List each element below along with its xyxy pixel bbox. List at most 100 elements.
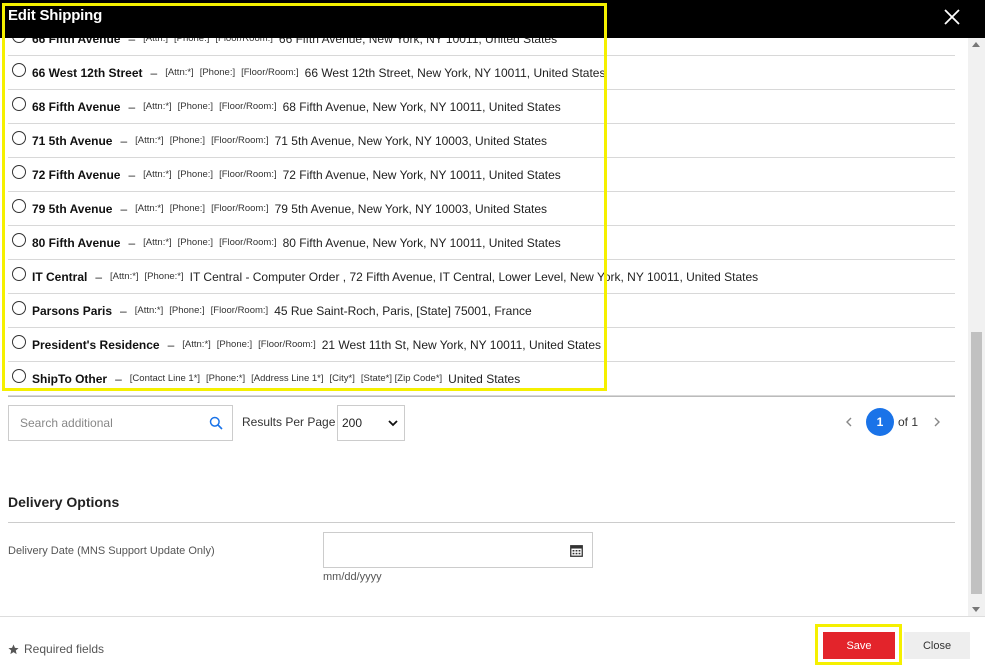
delivery-date-label: Delivery Date (MNS Support Update Only) [8,545,215,557]
address-separator: – [167,337,175,352]
address-name: 80 Fifth Avenue [32,235,121,250]
address-field-tag: [Attn:*] [110,271,139,282]
address-detail: 45 Rue Saint-Roch, Paris, [State] 75001,… [274,303,532,318]
address-field-tag: [State*] [Zip Code*] [360,373,443,384]
search-icon[interactable] [209,416,223,430]
address-separator: – [128,99,136,114]
address-field-tag: [Phone:] [173,38,210,44]
address-field-tag: [Floor/Room:] [219,169,277,180]
address-radio[interactable] [12,300,26,315]
address-separator: – [120,303,127,318]
calendar-icon[interactable] [570,544,583,557]
address-field-tag: [Attn:*] [135,135,164,146]
address-radio[interactable] [12,164,26,179]
close-button[interactable]: Close [904,632,970,659]
dialog-footer: Required fields Save Close [0,616,985,665]
address-separator: – [120,133,128,148]
address-detail: 68 Fifth Avenue, New York, NY 10011, Uni… [282,99,561,114]
address-row[interactable]: Parsons Paris – [Attn:*] [Phone:] [Floor/Roo… [8,294,955,328]
chevron-down-icon [388,420,398,427]
address-row[interactable]: 71 5th Avenue – [Attn:*] [Phone:] [Floor/Roo… [8,124,955,158]
address-row[interactable]: 68 Fifth Avenue – [Attn:*] [Phone:] [Floor/R… [8,90,955,124]
vertical-scrollbar[interactable] [968,38,985,616]
address-separator: – [120,201,128,216]
address-field-tag: [Floor/Room:] [241,67,299,78]
address-name: 68 Fifth Avenue [32,99,121,114]
address-field-tag: [Phone:] [169,203,206,214]
address-name: IT Central [32,269,88,284]
address-detail: 79 5th Avenue, New York, NY 10003, Unite… [274,201,548,216]
address-field-tag: [Floor/Room:] [211,203,269,214]
address-detail: 80 Fifth Avenue, New York, NY 10011, Uni… [282,235,561,250]
address-name: 71 5th Avenue [32,133,113,148]
dialog-header: Edit Shipping [0,0,985,38]
address-field-tag: [Attn:*] [143,101,172,112]
list-divider [8,396,955,397]
delivery-options-title: Delivery Options [8,494,120,510]
search-box [8,405,233,441]
address-name: 66 Fifth Avenue [32,38,121,46]
address-detail: 66 West 12th Street, New York, NY 10011,… [304,65,606,80]
address-field-tag: [Phone:] [177,237,214,248]
address-field-tag: [Attn:*] [182,339,211,350]
address-separator: – [128,167,136,182]
address-detail: IT Central - Computer Order , 72 Fifth A… [189,269,759,284]
address-row[interactable]: 66 Fifth Avenue – [Attn:] [Phone:] [Floor/Ro… [8,38,955,56]
address-radio[interactable] [12,96,26,111]
chevron-left-icon[interactable] [842,415,856,429]
search-input[interactable] [9,406,189,440]
address-row[interactable]: 80 Fifth Avenue – [Attn:*] [Phone:] [Floor/R… [8,226,955,260]
address-separator: – [128,38,136,46]
address-name: 79 5th Avenue [32,201,113,216]
address-field-tag: [Phone:*] [206,373,246,384]
address-radio[interactable] [12,334,26,349]
address-separator: – [150,65,158,80]
required-fields-label: Required fields [24,642,105,656]
scroll-up-arrow-icon[interactable] [972,42,980,47]
address-row[interactable]: 72 Fifth Avenue – [Attn:*] [Phone:] [Floor/R… [8,158,955,192]
save-button[interactable]: Save [823,632,895,659]
address-radio[interactable] [12,38,26,43]
section-divider [8,522,955,523]
address-detail: United States [448,371,521,386]
star-icon [8,644,19,654]
address-radio[interactable] [12,62,26,77]
address-field-tag: [Floor/Room:] [215,38,273,44]
scrollbar-thumb[interactable] [971,332,982,594]
address-radio[interactable] [12,130,26,145]
chevron-right-icon[interactable] [930,415,944,429]
address-radio[interactable] [12,198,26,213]
address-field-tag: [Phone:] [169,305,205,316]
results-per-page-label: Results Per Page [242,415,336,429]
address-field-tag: [City*] [329,373,355,384]
address-field-tag: [Floor/Room:] [258,339,316,350]
page-button-current[interactable]: 1 [866,408,894,436]
address-name: Parsons Paris [32,303,113,318]
address-field-tag: [Phone:] [216,339,253,350]
address-list: 66 Fifth Avenue – [Attn:] [Phone:] [Floor/Ro… [8,38,955,396]
address-row[interactable]: 66 West 12th Street – [Attn:*] [Phone:] [Flo… [8,56,955,90]
close-icon[interactable] [941,6,963,28]
dialog-body: 66 Fifth Avenue – [Attn:] [Phone:] [Floor/Ro… [0,38,968,616]
address-row[interactable]: President's Residence – [Attn:*] [Phone:] [F… [8,328,955,362]
address-field-tag: [Phone:*] [144,271,184,282]
address-row[interactable]: 79 5th Avenue – [Attn:*] [Phone:] [Floor/Roo… [8,192,955,226]
address-detail: 66 Fifth Avenue, New York, NY 10011, Uni… [278,38,558,46]
address-separator: – [115,371,122,386]
address-detail: 71 5th Avenue, New York, NY 10003, Unite… [274,133,548,148]
address-field-tag: [Phone:] [177,169,214,180]
address-radio[interactable] [12,232,26,247]
address-field-tag: [Phone:] [177,101,214,112]
address-radio[interactable] [12,266,26,281]
results-per-page-select[interactable]: 200 [337,405,405,441]
address-row[interactable]: IT Central – [Attn:*] [Phone:*] IT Central -… [8,260,955,294]
address-row[interactable]: ShipTo Other – [Contact Line 1*] [Phone:*] [… [8,362,955,396]
address-field-tag: [Attn:*] [134,305,164,316]
delivery-date-input[interactable] [323,532,593,568]
address-field-tag: [Attn:*] [165,67,194,78]
required-fields-note: Required fields [8,642,104,656]
address-radio[interactable] [12,368,26,383]
scroll-down-arrow-icon[interactable] [972,607,980,612]
pagination: 1 of 1 [842,408,944,436]
address-field-tag: [Floor/Room:] [219,237,277,248]
